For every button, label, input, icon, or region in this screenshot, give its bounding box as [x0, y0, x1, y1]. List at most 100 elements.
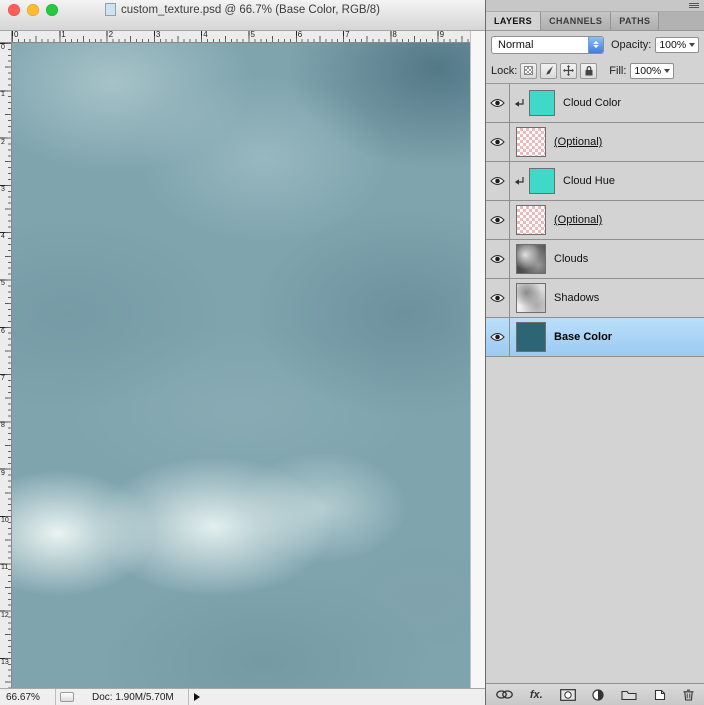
opacity-field[interactable]: 100% [655, 36, 699, 53]
layer-thumbnail[interactable] [516, 283, 546, 313]
layer-name[interactable]: (Optional) [554, 136, 602, 148]
visibility-toggle[interactable] [486, 162, 510, 200]
ruler-number: 1 [1, 91, 5, 99]
window-title: custom_texture.psd @ 66.7% (Base Color, … [120, 3, 381, 16]
visibility-toggle[interactable] [486, 318, 510, 356]
clipping-mask-arrow-icon [512, 176, 527, 186]
eye-icon [490, 255, 505, 263]
tab-layers[interactable]: LAYERS [486, 12, 542, 30]
blend-mode-value: Normal [498, 38, 534, 51]
layer-thumbnail[interactable] [529, 168, 555, 194]
document-icon [104, 3, 116, 16]
tab-paths[interactable]: PATHS [611, 12, 660, 30]
layer-thumbnail[interactable] [516, 205, 546, 235]
status-proxy-arrow-icon[interactable] [193, 693, 200, 701]
tab-channels-label: CHANNELS [549, 16, 603, 26]
fill-label: Fill: [609, 64, 627, 77]
tab-channels[interactable]: CHANNELS [541, 12, 612, 30]
layer-name[interactable]: Base Color [554, 331, 612, 343]
ruler-number: 6 [1, 327, 5, 335]
zoom-level-field[interactable]: 66.67% [0, 689, 56, 705]
layer-row[interactable]: Cloud Hue [486, 162, 704, 201]
layer-thumbnail[interactable] [516, 127, 546, 157]
titlebar[interactable]: custom_texture.psd @ 66.7% (Base Color, … [0, 0, 485, 31]
doc-size-info[interactable]: Doc: 1.90M/5.70M [78, 689, 189, 705]
layers-list: Cloud Color (Optional) Cloud Hue (Option… [486, 84, 704, 357]
lock-pixels-button[interactable] [540, 62, 558, 79]
ruler-number: 7 [345, 30, 350, 39]
horizontal-ruler[interactable]: 0123456789 [12, 31, 470, 43]
ruler-number: 2 [1, 138, 5, 146]
visibility-toggle[interactable] [486, 123, 510, 161]
layer-thumbnail[interactable] [516, 322, 546, 352]
layer-row[interactable]: Base Color [486, 318, 704, 357]
layer-row[interactable]: Cloud Color [486, 84, 704, 123]
new-layer-icon[interactable] [654, 689, 666, 701]
layer-name[interactable]: (Optional) [554, 214, 602, 226]
ruler-number: 8 [1, 422, 5, 430]
layer-thumbnail[interactable] [516, 244, 546, 274]
ruler-number: 0 [1, 44, 5, 51]
lock-all-button[interactable] [580, 62, 598, 79]
adjustment-layer-icon[interactable] [592, 688, 605, 701]
padlock-icon [585, 66, 593, 76]
ruler-number: 7 [1, 375, 5, 383]
tab-paths-label: PATHS [619, 16, 651, 26]
ruler-number: 8 [392, 30, 397, 39]
layers-panel: LAYERS CHANNELS PATHS Normal Opacity: 10… [485, 0, 704, 705]
layer-name[interactable]: Cloud Color [563, 97, 621, 109]
eye-icon [490, 138, 505, 146]
dropdown-arrow-icon [689, 42, 695, 47]
layer-row[interactable]: Clouds [486, 240, 704, 279]
lock-transparency-button[interactable] [520, 62, 538, 79]
new-group-icon[interactable] [621, 689, 637, 701]
document-window: custom_texture.psd @ 66.7% (Base Color, … [0, 0, 485, 705]
status-widget-icon[interactable] [60, 692, 74, 702]
layer-name[interactable]: Clouds [554, 253, 588, 265]
ruler-number: 11 [1, 564, 9, 572]
fill-value: 100% [634, 64, 662, 77]
ruler-number: 3 [155, 30, 161, 39]
ruler-number: 2 [108, 30, 114, 39]
visibility-toggle[interactable] [486, 279, 510, 317]
layer-name[interactable]: Cloud Hue [563, 175, 615, 187]
vertical-scrollbar[interactable] [470, 31, 485, 688]
layer-style-icon[interactable]: fx. [530, 689, 543, 701]
brush-icon [546, 66, 554, 75]
move-icon [563, 65, 575, 76]
vertical-ruler[interactable]: 0 1 2 3 4 5 6 7 8 9 10 11 12 13 [0, 43, 12, 688]
ruler-number: 4 [1, 233, 5, 241]
layers-panel-footer: fx. [486, 683, 704, 705]
layer-row[interactable]: (Optional) [486, 201, 704, 240]
layer-thumbnail[interactable] [529, 90, 555, 116]
ruler-number: 9 [1, 469, 5, 477]
layer-name[interactable]: Shadows [554, 292, 599, 304]
horizontal-ruler-numbers: 0123456789 [12, 31, 470, 42]
fill-field[interactable]: 100% [630, 62, 675, 79]
layer-row[interactable]: Shadows [486, 279, 704, 318]
clipping-mask-arrow-icon [512, 98, 527, 108]
blend-mode-select[interactable]: Normal [491, 35, 604, 54]
panel-tabbar: LAYERS CHANNELS PATHS [486, 12, 704, 31]
layer-mask-icon[interactable] [559, 688, 576, 701]
canvas[interactable] [12, 43, 470, 688]
visibility-toggle[interactable] [486, 201, 510, 239]
title-wrap: custom_texture.psd @ 66.7% (Base Color, … [0, 3, 485, 16]
delete-layer-icon[interactable] [683, 689, 694, 701]
visibility-toggle[interactable] [486, 240, 510, 278]
opacity-label: Opacity: [610, 38, 652, 51]
ruler-number: 12 [1, 611, 9, 619]
ruler-number: 0 [14, 30, 19, 39]
panel-menu-icon[interactable] [689, 3, 699, 8]
panel-header-strip [486, 0, 704, 12]
layer-row[interactable]: (Optional) [486, 123, 704, 162]
link-layers-icon[interactable] [496, 690, 513, 699]
transparency-checker-icon [524, 66, 534, 75]
panel-empty-area [486, 357, 704, 683]
ruler-number: 10 [1, 516, 9, 524]
stepper-arrows-icon [587, 36, 603, 53]
vertical-ruler-numbers: 0 1 2 3 4 5 6 7 8 9 10 11 12 13 [0, 43, 11, 688]
tab-layers-label: LAYERS [494, 16, 533, 26]
visibility-toggle[interactable] [486, 84, 510, 122]
lock-position-button[interactable] [560, 62, 578, 79]
